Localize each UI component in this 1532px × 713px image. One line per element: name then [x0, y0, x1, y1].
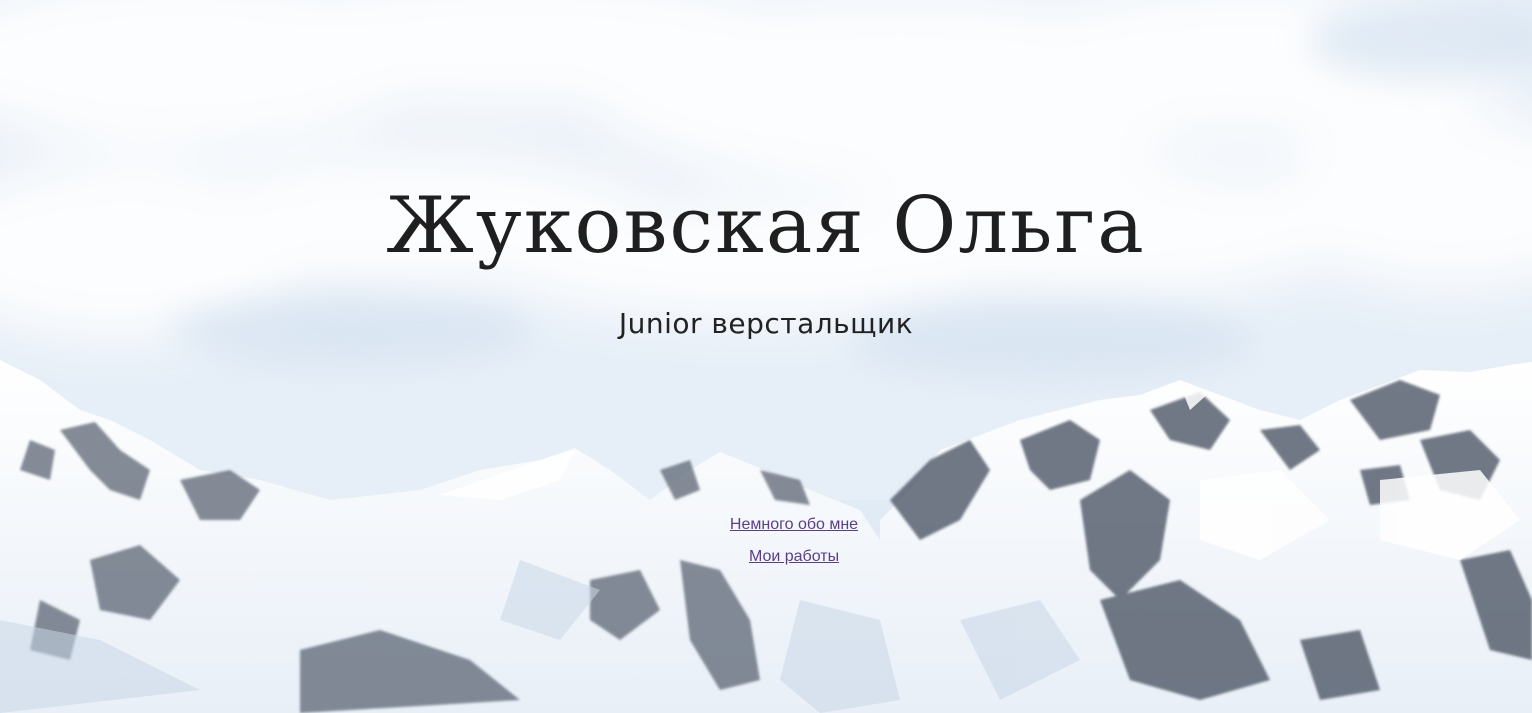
hero-section: Жуковская Ольга Junior верстальщик Немно…: [0, 0, 1532, 713]
hero-nav: Немного обо мне Мои работы: [644, 509, 944, 573]
page-title: Жуковская Ольга: [386, 181, 1146, 271]
page-subtitle: Junior верстальщик: [618, 307, 914, 340]
nav-link-about[interactable]: Немного обо мне: [644, 509, 944, 541]
hero-content: Жуковская Ольга Junior верстальщик Немно…: [0, 0, 1532, 713]
nav-link-works[interactable]: Мои работы: [644, 541, 944, 573]
